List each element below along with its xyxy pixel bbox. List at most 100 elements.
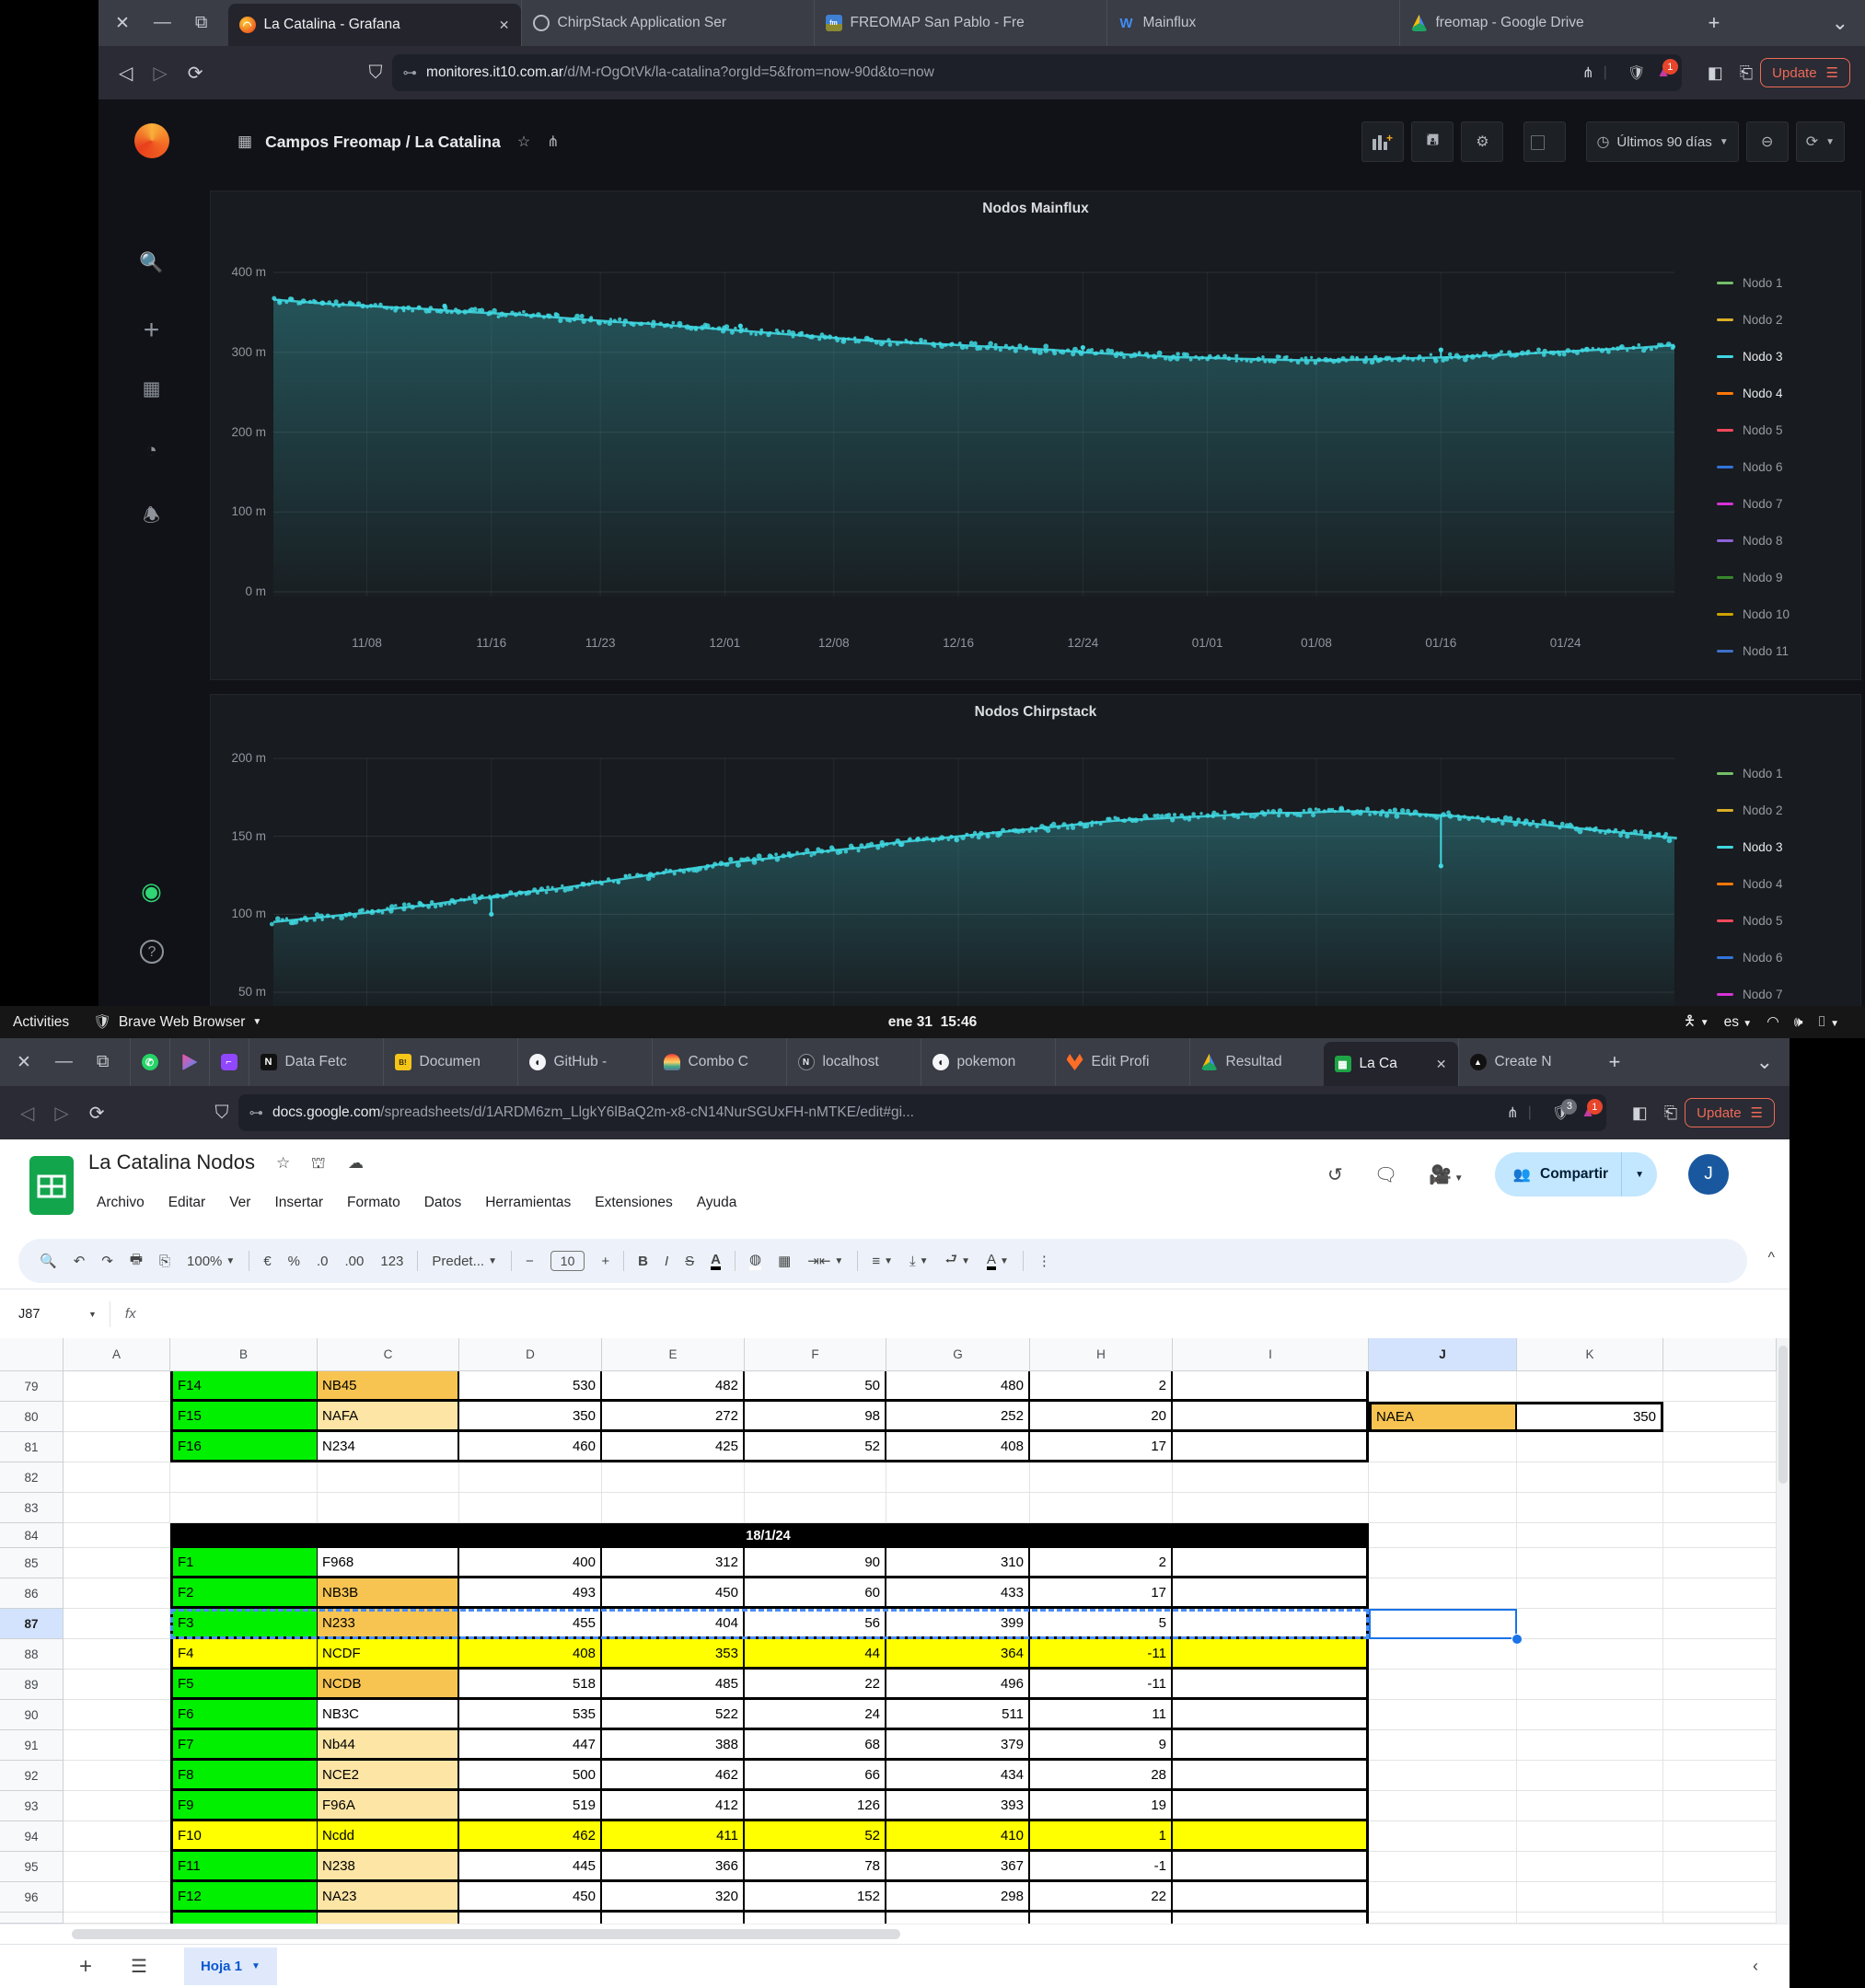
cell-E[interactable] (602, 1913, 745, 1924)
menu-herramientas[interactable]: Herramientas (475, 1189, 581, 1217)
cell[interactable] (1369, 1700, 1517, 1730)
menu-ayuda[interactable]: Ayuda (687, 1189, 747, 1217)
cell-B81[interactable]: F16 (170, 1432, 318, 1462)
star-icon[interactable]: ☆ (276, 1154, 290, 1173)
cell[interactable] (1517, 1670, 1663, 1700)
cell-F81[interactable]: 52 (745, 1432, 886, 1462)
cell[interactable] (170, 1493, 318, 1523)
cell-E79[interactable]: 482 (602, 1371, 745, 1402)
clock[interactable]: ene 31 15:46 (0, 1014, 1865, 1031)
name-box[interactable]: J87 (0, 1307, 88, 1322)
legend-item-nodo-1[interactable]: Nodo 1 (1709, 264, 1855, 301)
sidebar-toggle-icon[interactable]: ◧ (1708, 64, 1723, 83)
cell-F89[interactable]: 22 (745, 1670, 886, 1700)
chevron-left-icon[interactable]: ‹ (1753, 1957, 1758, 1976)
cell-H79[interactable]: 2 (1030, 1371, 1173, 1402)
cell-E80[interactable]: 272 (602, 1402, 745, 1432)
cell-D85[interactable]: 400 (459, 1548, 602, 1578)
cell-C87[interactable]: N233 (318, 1609, 459, 1639)
cell-G[interactable] (886, 1913, 1030, 1924)
tab-search-icon[interactable]: ⌄ (1815, 0, 1865, 46)
legend-item-nodo-3[interactable]: Nodo 3 (1709, 828, 1855, 865)
cell[interactable] (64, 1639, 170, 1670)
cell-E95[interactable]: 366 (602, 1852, 745, 1882)
add-panel-button[interactable]: + (1361, 121, 1404, 162)
close-window-icon[interactable]: ✕ (115, 13, 130, 34)
borders-icon[interactable]: ▦ (770, 1253, 799, 1269)
sheet-tab-hoja1[interactable]: Hoja 1▼ (184, 1948, 277, 1985)
cell-I90[interactable] (1173, 1700, 1369, 1730)
cell-C96[interactable]: NA23 (318, 1882, 459, 1913)
cell[interactable] (1369, 1523, 1517, 1548)
cell[interactable] (1517, 1432, 1663, 1462)
cell-F90[interactable]: 24 (745, 1700, 886, 1730)
tab-freomap-google-drive[interactable]: freomap - Google Drive (1399, 0, 1692, 46)
cell[interactable] (1173, 1493, 1369, 1523)
tab-overview-icon[interactable]: ⧉ (97, 1052, 110, 1072)
font-size-input[interactable]: 10 (542, 1251, 594, 1271)
text-color-icon[interactable]: A (702, 1253, 729, 1270)
bookmark-icon[interactable]: ⛉ (215, 1103, 229, 1124)
menu-formato[interactable]: Formato (337, 1189, 411, 1217)
cell[interactable] (1663, 1432, 1777, 1462)
cell-D79[interactable]: 530 (459, 1371, 602, 1402)
cell[interactable] (1369, 1493, 1517, 1523)
column-header-F[interactable]: F (745, 1338, 886, 1371)
address-bar[interactable]: ⊶ docs.google.com/spreadsheets/d/1ARDM6z… (238, 1094, 1606, 1131)
row-header-91[interactable]: 91 (0, 1730, 64, 1761)
row-header-79[interactable]: 79 (0, 1371, 64, 1402)
cell[interactable] (1369, 1791, 1517, 1821)
column-header-G[interactable]: G (886, 1338, 1030, 1371)
cell-E92[interactable]: 462 (602, 1761, 745, 1791)
row-header-88[interactable]: 88 (0, 1639, 64, 1670)
cell-B87[interactable]: F3 (170, 1609, 318, 1639)
tab-overview-icon[interactable]: ⧉ (195, 13, 208, 33)
cell-G96[interactable]: 298 (886, 1882, 1030, 1913)
move-folder-icon[interactable]: ⛫ (311, 1154, 326, 1174)
row-header-80[interactable]: 80 (0, 1402, 64, 1432)
cell-I86[interactable] (1173, 1578, 1369, 1609)
cell-I94[interactable] (1173, 1821, 1369, 1852)
cell-C89[interactable]: NCDB (318, 1670, 459, 1700)
cell[interactable] (1517, 1639, 1663, 1670)
redo-icon[interactable]: ↷ (93, 1253, 122, 1269)
bold-icon[interactable]: B (630, 1254, 656, 1269)
legend-item-nodo-4[interactable]: Nodo 4 (1709, 865, 1855, 902)
row-header-81[interactable]: 81 (0, 1432, 64, 1462)
font-size-minus[interactable]: − (517, 1254, 542, 1269)
cell-C[interactable] (318, 1913, 459, 1924)
forward-icon[interactable]: ▷ (153, 62, 167, 85)
cell-E96[interactable]: 320 (602, 1882, 745, 1913)
row-header-89[interactable]: 89 (0, 1670, 64, 1700)
cell-B86[interactable]: F2 (170, 1578, 318, 1609)
cell-D[interactable] (459, 1913, 602, 1924)
cell-B90[interactable]: F6 (170, 1700, 318, 1730)
tab-combo-c[interactable]: Combo C (652, 1038, 786, 1086)
tab-chirpstack-application-ser[interactable]: ChirpStack Application Ser (521, 0, 814, 46)
cell-C90[interactable]: NB3C (318, 1700, 459, 1730)
dashboard-title[interactable]: Campos Freomap / La Catalina (265, 133, 501, 152)
tab-resultad[interactable]: Resultad (1189, 1038, 1324, 1086)
cell[interactable] (1517, 1371, 1663, 1402)
close-tab-icon[interactable]: ✕ (1432, 1057, 1447, 1072)
cell-H94[interactable]: 1 (1030, 1821, 1173, 1852)
row-header-96[interactable]: 96 (0, 1882, 64, 1913)
cell-C92[interactable]: NCE2 (318, 1761, 459, 1791)
row-header-94[interactable]: 94 (0, 1821, 64, 1852)
cell[interactable] (64, 1670, 170, 1700)
cell-B88[interactable]: F4 (170, 1639, 318, 1670)
cell[interactable] (1369, 1548, 1517, 1578)
cell[interactable] (64, 1730, 170, 1761)
tab-search-icon[interactable]: ⌄ (1740, 1038, 1790, 1086)
wallet-icon[interactable]: ⎗ (1740, 64, 1753, 83)
avatar[interactable]: J (1688, 1154, 1729, 1195)
cell-I85[interactable] (1173, 1548, 1369, 1578)
cell[interactable] (1369, 1432, 1517, 1462)
cell-E93[interactable]: 412 (602, 1791, 745, 1821)
cell-E87[interactable]: 404 (602, 1609, 745, 1639)
alerting-icon[interactable]: 🕭 (98, 503, 204, 535)
document-title[interactable]: La Catalina Nodos (88, 1150, 255, 1174)
cell[interactable] (64, 1493, 170, 1523)
cell[interactable] (64, 1913, 170, 1924)
meet-icon[interactable]: 🎥 ▼ (1429, 1163, 1464, 1186)
